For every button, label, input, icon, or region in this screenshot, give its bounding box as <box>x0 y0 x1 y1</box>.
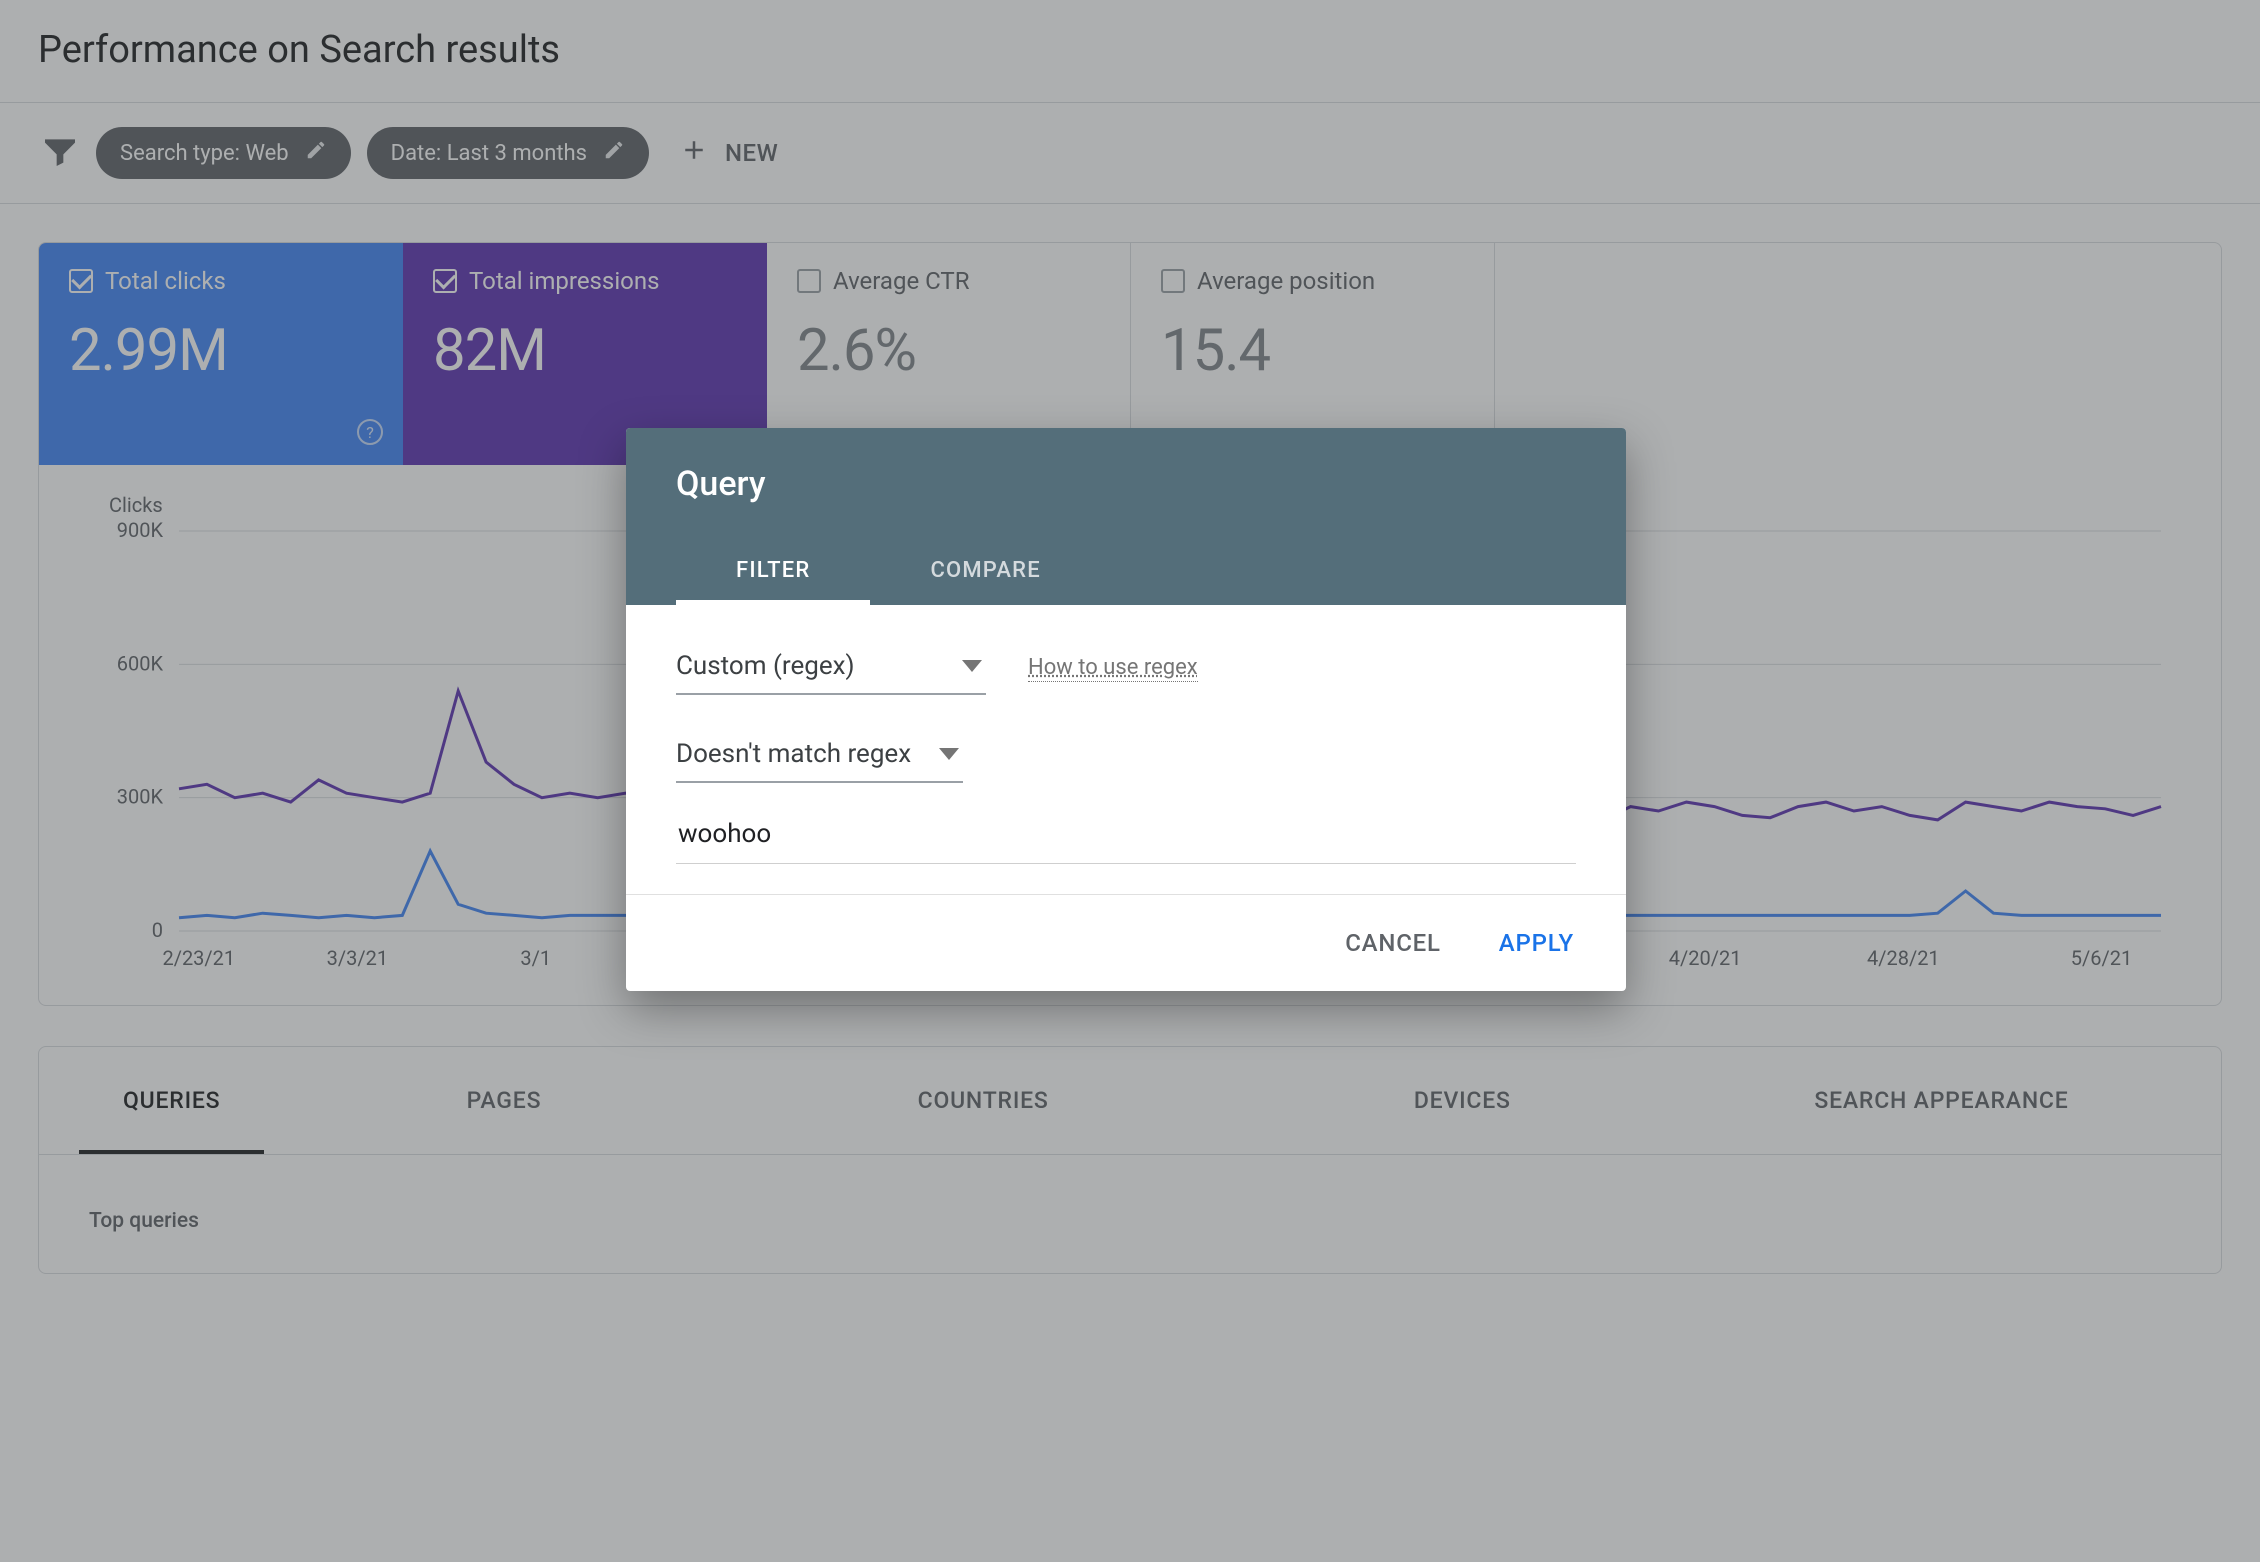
query-filter-dialog: Query FILTER COMPARE Custom (regex) How … <box>626 428 1626 991</box>
dialog-actions: CANCEL APPLY <box>626 894 1626 991</box>
chevron-down-icon <box>962 660 982 672</box>
match-mode-select[interactable]: Doesn't match regex <box>676 729 963 783</box>
cancel-button[interactable]: CANCEL <box>1331 919 1455 967</box>
dialog-header: Query FILTER COMPARE <box>626 428 1626 605</box>
match-mode-selected: Doesn't match regex <box>676 739 911 769</box>
query-regex-input[interactable] <box>676 809 1576 864</box>
filter-type-selected: Custom (regex) <box>676 651 855 681</box>
dialog-body: Custom (regex) How to use regex Doesn't … <box>626 605 1626 894</box>
dialog-tab-compare[interactable]: COMPARE <box>870 538 1100 605</box>
apply-button[interactable]: APPLY <box>1485 919 1588 967</box>
dialog-title: Query <box>676 464 1576 504</box>
dialog-tab-filter[interactable]: FILTER <box>676 538 870 605</box>
regex-help-link[interactable]: How to use regex <box>1028 655 1198 682</box>
chevron-down-icon <box>939 748 959 760</box>
filter-type-select[interactable]: Custom (regex) <box>676 641 986 695</box>
dialog-tabs: FILTER COMPARE <box>676 538 1576 605</box>
